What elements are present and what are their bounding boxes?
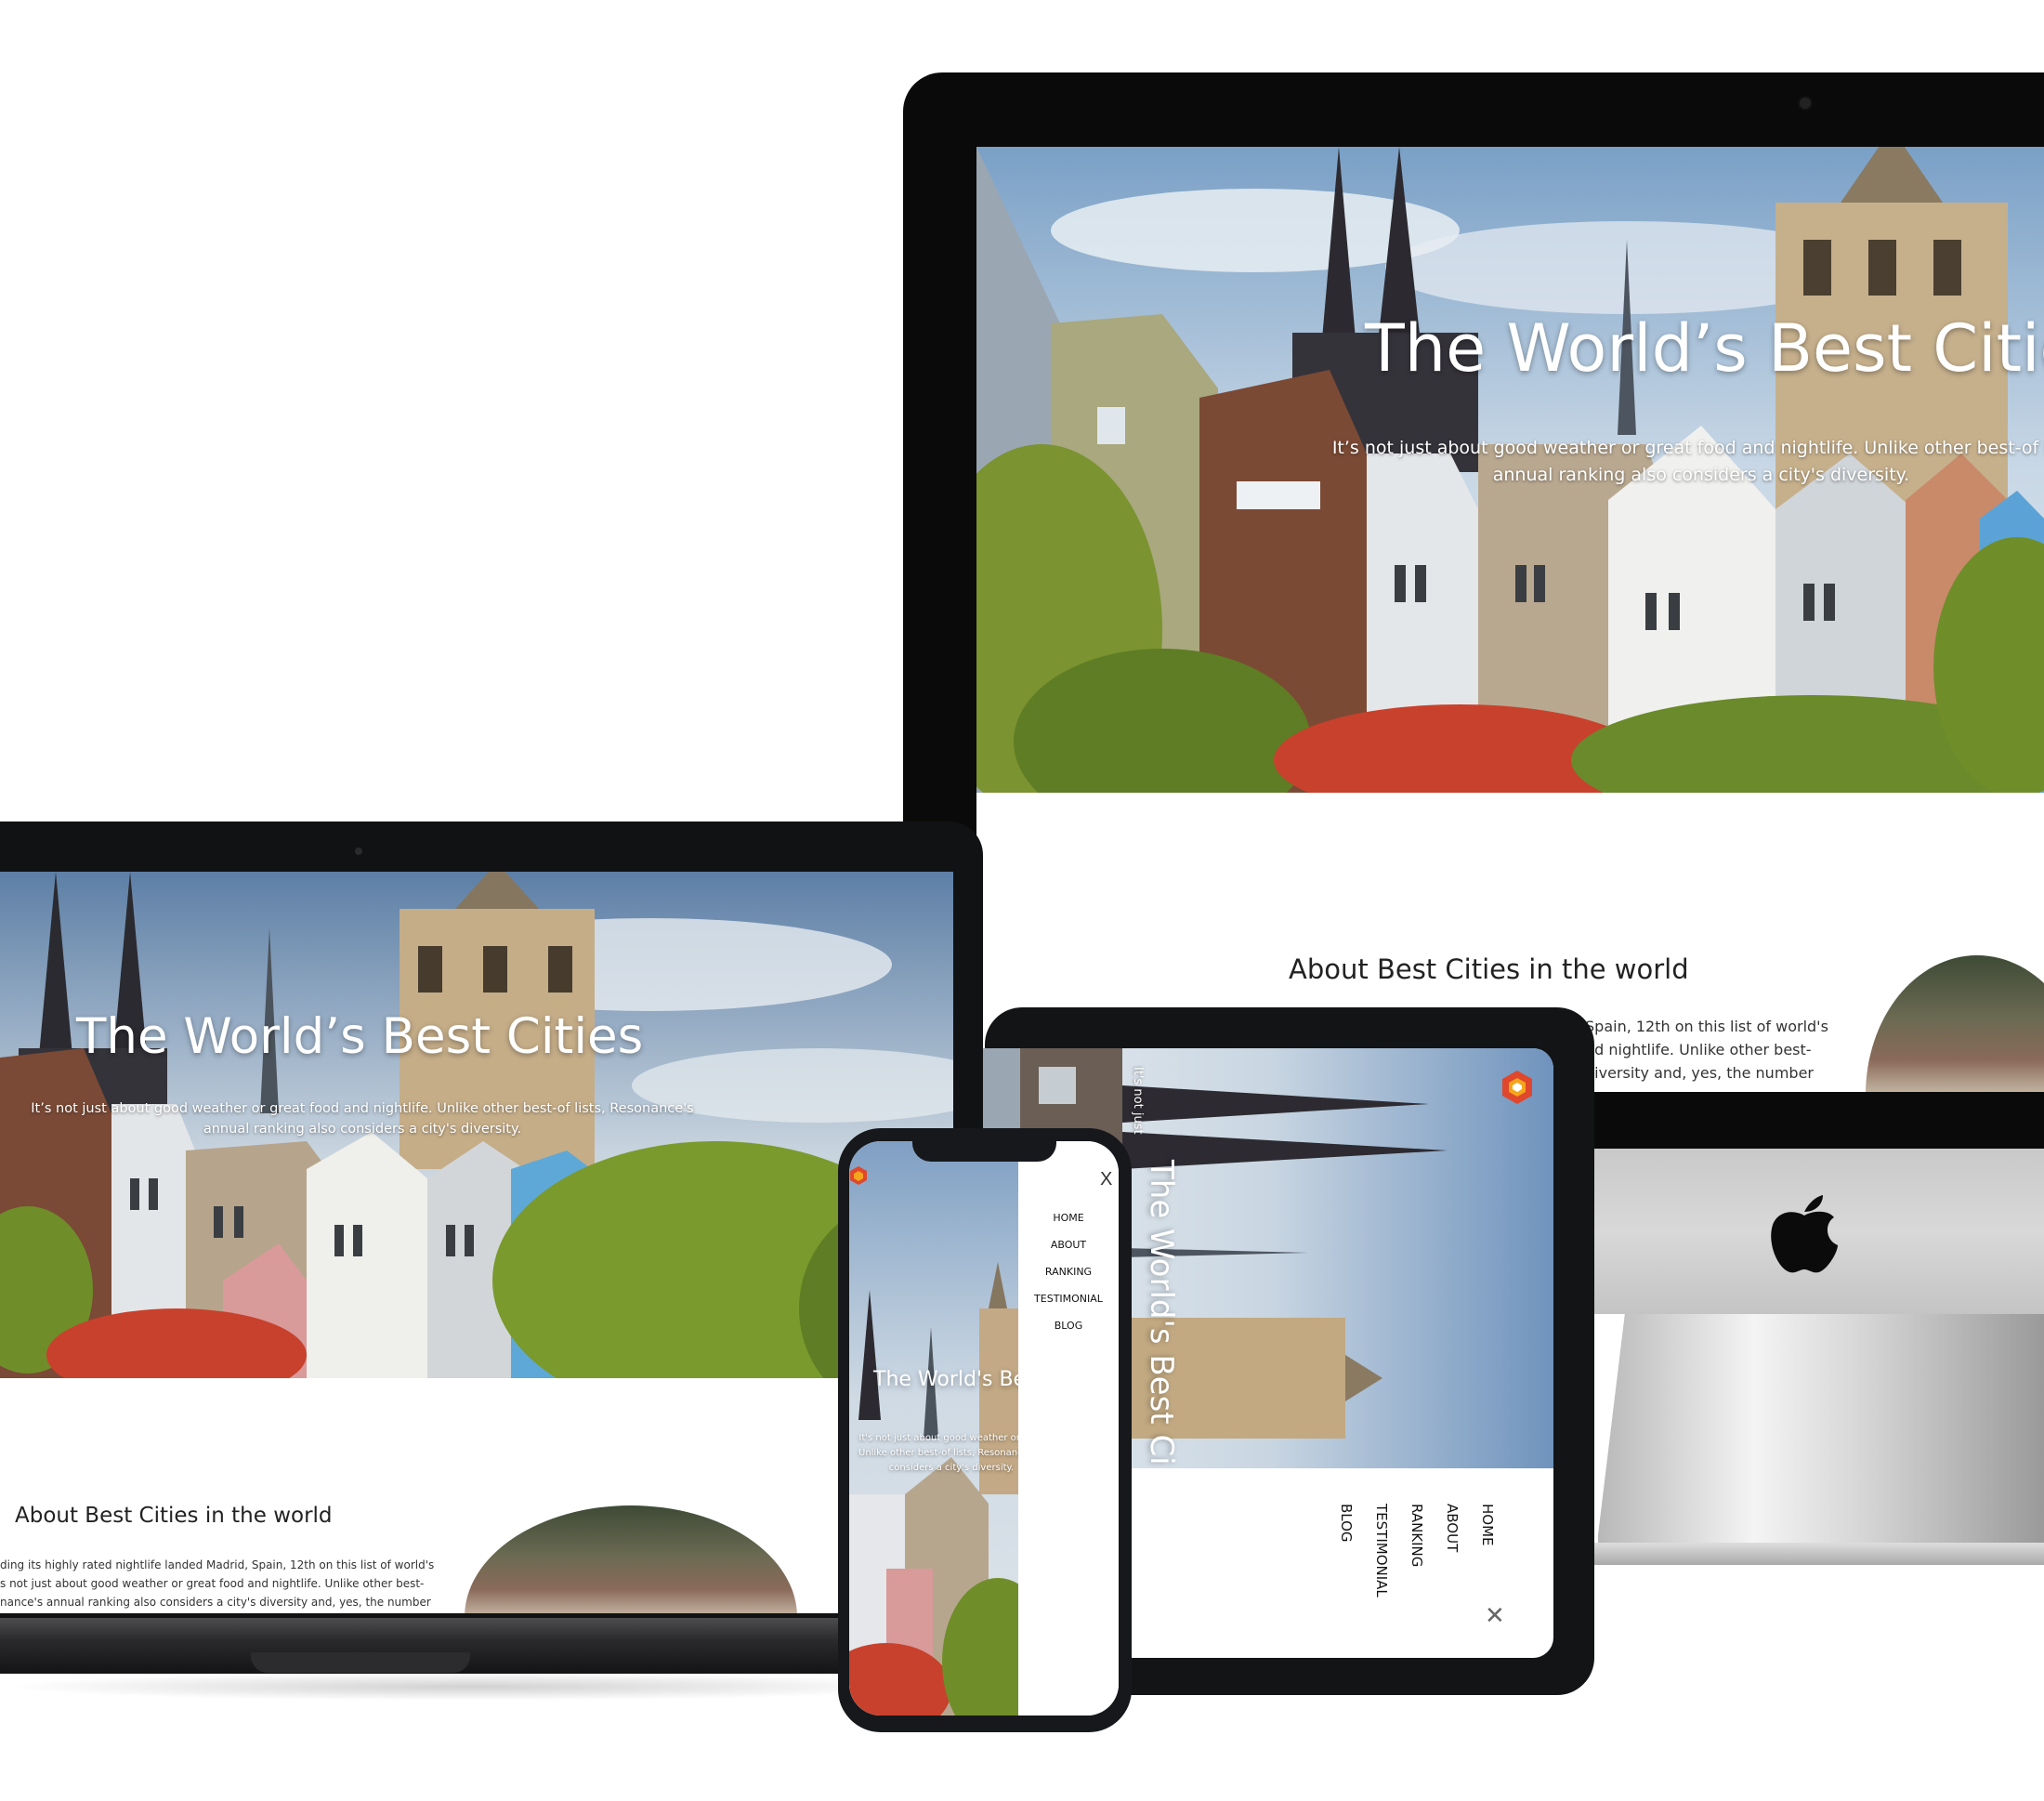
- hero-subtitle: It’s not just about good weather or grea…: [9, 1098, 715, 1139]
- laptop-camera: [355, 848, 362, 855]
- nav-item-testimonial[interactable]: TESTIMONIAL: [1373, 1504, 1390, 1597]
- about-text-line: diversity and, yes, the number: [1585, 1064, 1814, 1082]
- imac-stand-foot: [1593, 1543, 2044, 1565]
- close-icon[interactable]: ✕: [1485, 1601, 1505, 1630]
- hero-subtitle: It's not just: [1131, 1067, 1145, 1135]
- imac-screen: The World’s Best Citie It’s not just abo…: [976, 147, 2044, 1092]
- nav-item-about[interactable]: ABOUT: [1018, 1239, 1119, 1251]
- apple-logo-icon: [1771, 1195, 1838, 1273]
- about-text: Spain, 12th on this list of world's nd n…: [1585, 1015, 1828, 1085]
- nav-item-blog[interactable]: BLOG: [1338, 1504, 1355, 1543]
- laptop-screen: The World’s Best Cities It’s not just ab…: [0, 872, 953, 1613]
- hero-subtitle-line: annual ranking also considers a city's d…: [203, 1122, 522, 1137]
- nav-item-ranking[interactable]: RANKING: [1018, 1266, 1119, 1278]
- nav-item-about[interactable]: ABOUT: [1444, 1504, 1461, 1552]
- hero-title: The World's Best Ci: [1143, 1160, 1180, 1466]
- about-image: [465, 1505, 797, 1613]
- imac-camera: [1798, 96, 1813, 111]
- laptop-opening-notch: [251, 1652, 470, 1673]
- hero-title: The World’s Best Cities: [76, 1008, 644, 1065]
- close-icon[interactable]: X: [1100, 1169, 1112, 1190]
- about-title: About Best Cities in the world: [1289, 953, 1689, 985]
- hero-subtitle-line: annual ranking also considers a city's d…: [1492, 465, 1910, 485]
- about-text-line: nance's annual ranking also considers a …: [0, 1596, 431, 1609]
- imac-chin: [1591, 1149, 2044, 1314]
- about-text-line: nd nightlife. Unlike other best-: [1585, 1041, 1812, 1058]
- about-text: ding its highly rated nightlife landed M…: [0, 1556, 434, 1611]
- imac-stand: [1598, 1314, 2044, 1565]
- nav-item-blog[interactable]: BLOG: [1018, 1320, 1119, 1332]
- laptop-shadow: [0, 1673, 938, 1701]
- about-text-line: Spain, 12th on this list of world's: [1585, 1018, 1828, 1035]
- hero-subtitle-line: It’s not just about good weather or grea…: [1331, 438, 2044, 458]
- nav-item-home[interactable]: HOME: [1018, 1212, 1119, 1224]
- about-image: [1866, 955, 2044, 1092]
- hexagon-logo-icon: [1499, 1069, 1536, 1111]
- about-text-line: ding its highly rated nightlife landed M…: [0, 1558, 435, 1571]
- nav-item-home[interactable]: HOME: [1479, 1504, 1496, 1546]
- about-text-line: s not just about good weather or great f…: [0, 1577, 425, 1590]
- phone-notch: [912, 1137, 1056, 1162]
- nav-item-ranking[interactable]: RANKING: [1409, 1504, 1425, 1567]
- about-title: About Best Cities in the world: [15, 1504, 333, 1528]
- hero-title: The World’s Best Citie: [1365, 310, 2044, 387]
- nav-item-testimonial[interactable]: TESTIMONIAL: [1018, 1293, 1119, 1305]
- phone-nav-menu: X HOME ABOUT RANKING TESTIMONIAL BLOG: [1018, 1141, 1119, 1716]
- hero-subtitle: It’s not just about good weather or grea…: [1283, 435, 2044, 489]
- hexagon-logo-icon: [849, 1165, 868, 1190]
- hero-subtitle-line: It’s not just about good weather or grea…: [31, 1101, 694, 1116]
